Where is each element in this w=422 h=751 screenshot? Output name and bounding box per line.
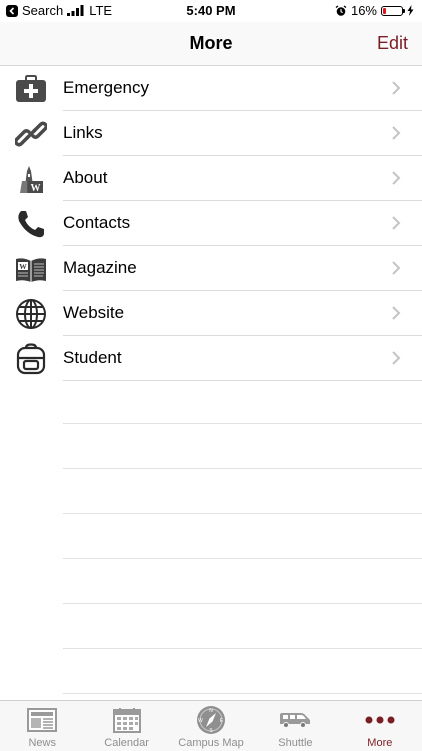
phone-icon bbox=[14, 207, 48, 241]
network-label: LTE bbox=[89, 3, 113, 18]
chain-link-icon bbox=[14, 117, 48, 151]
tab-shuttle[interactable]: Shuttle bbox=[253, 701, 337, 751]
menu-item-label: Website bbox=[63, 303, 125, 322]
empty-row-divider bbox=[63, 604, 422, 649]
chevron-right-icon bbox=[392, 261, 401, 275]
menu-item-label: Student bbox=[63, 348, 122, 367]
svg-text:W: W bbox=[31, 183, 41, 194]
signal-icon bbox=[67, 5, 84, 16]
edit-button[interactable]: Edit bbox=[377, 33, 408, 54]
tab-label: Shuttle bbox=[278, 737, 313, 749]
chevron-right-icon bbox=[392, 81, 401, 95]
tab-label: Campus Map bbox=[178, 737, 244, 749]
svg-text:N: N bbox=[209, 708, 213, 714]
menu-item-label: Contacts bbox=[63, 213, 131, 232]
empty-row-divider bbox=[63, 379, 422, 424]
menu-item-label: Magazine bbox=[63, 258, 137, 277]
chevron-right-icon bbox=[392, 306, 401, 320]
menu-item-student[interactable]: Student bbox=[0, 336, 422, 381]
back-to-app-icon[interactable] bbox=[6, 4, 18, 17]
chevron-right-icon bbox=[392, 216, 401, 230]
empty-row-divider bbox=[63, 469, 422, 514]
more-dots-icon bbox=[363, 706, 397, 734]
empty-row-divider bbox=[63, 559, 422, 604]
van-icon bbox=[278, 706, 312, 734]
menu-item-contacts[interactable]: Contacts bbox=[0, 201, 422, 246]
menu-item-website[interactable]: Website bbox=[0, 291, 422, 336]
empty-row-divider bbox=[63, 649, 422, 694]
tab-news[interactable]: News bbox=[0, 701, 84, 751]
page-title: More bbox=[189, 33, 233, 53]
compass-icon: N S W E bbox=[194, 706, 228, 734]
menu-item-links[interactable]: Links bbox=[0, 111, 422, 156]
chevron-right-icon bbox=[392, 351, 401, 365]
more-menu-list: Emergency Links W About Contacts W Magaz… bbox=[0, 66, 422, 381]
tab-label: News bbox=[28, 737, 56, 749]
college-seal-icon: W bbox=[14, 162, 48, 196]
svg-text:W: W bbox=[198, 718, 203, 724]
navigation-bar: More Edit bbox=[0, 22, 422, 66]
status-bar: Search LTE 5:40 PM 16% bbox=[0, 0, 422, 22]
tab-campus-map[interactable]: N S W E Campus Map bbox=[169, 701, 253, 751]
calendar-icon bbox=[110, 706, 144, 734]
battery-icon bbox=[381, 5, 405, 16]
menu-item-label: About bbox=[63, 168, 108, 187]
empty-row-divider bbox=[63, 514, 422, 559]
tab-label: More bbox=[367, 737, 393, 749]
status-left: Search LTE bbox=[6, 3, 112, 18]
backpack-icon bbox=[14, 342, 48, 376]
menu-item-label: Emergency bbox=[63, 78, 149, 97]
battery-percent: 16% bbox=[350, 3, 377, 18]
empty-list-area bbox=[63, 379, 422, 694]
menu-item-label: Links bbox=[63, 123, 103, 142]
menu-item-about[interactable]: W About bbox=[0, 156, 422, 201]
menu-item-emergency[interactable]: Emergency bbox=[0, 66, 422, 111]
chevron-right-icon bbox=[392, 126, 401, 140]
tab-bar: News Calendar N S W E Campus Map Shuttle… bbox=[0, 700, 422, 751]
alarm-icon bbox=[335, 4, 347, 16]
magazine-icon: W bbox=[14, 252, 48, 286]
charging-bolt-icon bbox=[407, 5, 414, 16]
status-right: 16% bbox=[335, 3, 414, 18]
tab-label: Calendar bbox=[104, 737, 149, 749]
tab-more[interactable]: More bbox=[338, 701, 422, 751]
menu-item-magazine[interactable]: W Magazine bbox=[0, 246, 422, 291]
back-app-label[interactable]: Search bbox=[22, 3, 63, 18]
newspaper-icon bbox=[25, 706, 59, 734]
chevron-right-icon bbox=[392, 171, 401, 185]
globe-icon bbox=[14, 297, 48, 331]
tab-calendar[interactable]: Calendar bbox=[84, 701, 168, 751]
empty-row-divider bbox=[63, 424, 422, 469]
first-aid-kit-icon bbox=[14, 72, 48, 106]
svg-text:W: W bbox=[19, 262, 27, 271]
